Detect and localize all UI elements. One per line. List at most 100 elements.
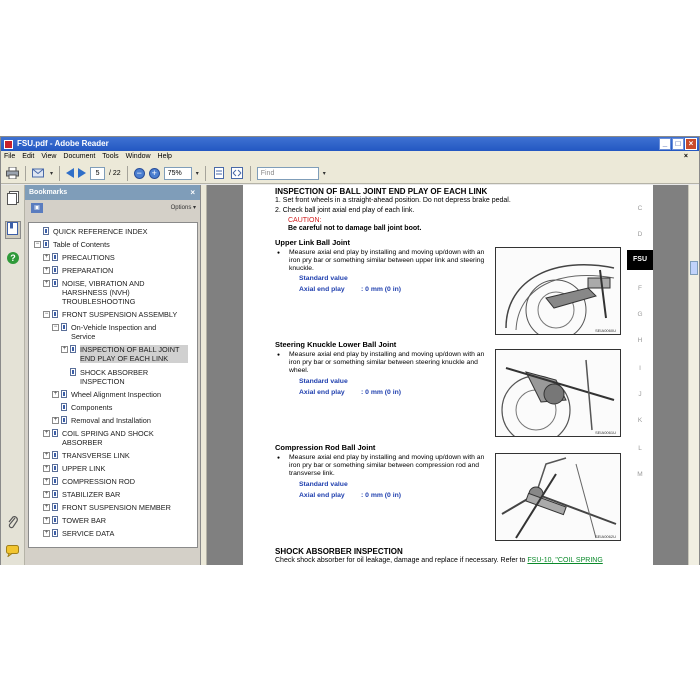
bookmark-item-precautions[interactable]: + PRECAUTIONS xyxy=(43,253,115,262)
menu-document[interactable]: Document xyxy=(63,151,95,163)
expand-icon[interactable]: + xyxy=(43,517,50,524)
zoom-level-input[interactable]: 75% xyxy=(163,166,192,180)
bookmark-item-stabilizer-bar[interactable]: + STABILIZER BAR xyxy=(43,490,120,499)
expand-icon[interactable]: + xyxy=(43,452,50,459)
zoom-out-icon[interactable]: − xyxy=(133,167,145,179)
bookmark-item-inspection-of-ball-joint[interactable]: + INSPECTION OF BALL JOINT END PLAY OF EA… xyxy=(61,345,195,363)
bookmark-item-front-suspension-member[interactable]: + FRONT SUSPENSION MEMBER xyxy=(43,503,171,512)
vertical-scrollbar[interactable] xyxy=(688,185,699,565)
compression-rod-figure: SEIA0062U xyxy=(495,453,621,541)
email-dropdown-icon[interactable]: ▾ xyxy=(50,170,53,177)
bookmark-item-nvh-troubleshooting[interactable]: + NOISE, VIBRATION AND HARSHNESS (NVH) TR… xyxy=(43,279,183,306)
page-heading: INSPECTION OF BALL JOINT END PLAY OF EAC… xyxy=(275,187,488,196)
expand-icon[interactable]: + xyxy=(43,267,50,274)
expand-icon[interactable]: + xyxy=(61,346,68,353)
bookmark-icon xyxy=(52,310,58,318)
title-bar: FSU.pdf - Adobe Reader _ □ × xyxy=(1,137,699,151)
expand-icon[interactable]: + xyxy=(43,491,50,498)
paperclip-icon[interactable] xyxy=(6,515,20,529)
expand-icon[interactable]: + xyxy=(43,254,50,261)
menu-window[interactable]: Window xyxy=(126,151,151,163)
pages-icon[interactable] xyxy=(6,191,20,205)
index-tab-k[interactable]: K xyxy=(627,417,653,424)
bookmark-icon xyxy=(52,451,58,459)
index-tab-i[interactable]: I xyxy=(627,365,653,372)
expand-icon[interactable]: + xyxy=(43,465,50,472)
zoom-in-icon[interactable]: + xyxy=(148,167,160,179)
bookmark-item-removal-and-installation[interactable]: + Removal and Installation xyxy=(52,416,151,425)
bookmark-item-coil-spring[interactable]: + COIL SPRING AND SHOCK ABSORBER xyxy=(43,429,193,447)
collapse-icon[interactable]: − xyxy=(34,241,41,248)
index-tab-h[interactable]: H xyxy=(627,337,653,344)
document-close-icon[interactable]: × xyxy=(684,151,688,163)
toolbar: ▾ 5 / 22 − + 75% ▾ Find ▾ xyxy=(1,163,699,184)
expand-icon[interactable]: + xyxy=(43,530,50,537)
collapse-icon[interactable]: − xyxy=(43,311,50,318)
bookmark-item-compression-rod[interactable]: + COMPRESSION ROD xyxy=(43,477,135,486)
expand-icon[interactable]: + xyxy=(43,504,50,511)
menu-edit[interactable]: Edit xyxy=(22,151,34,163)
fsu-10-link[interactable]: FSU-10, "COIL SPRING xyxy=(527,557,602,564)
expand-icon[interactable]: + xyxy=(43,280,50,287)
expand-icon[interactable]: + xyxy=(43,478,50,485)
index-tab-m[interactable]: M xyxy=(627,471,653,478)
shock-absorber-heading: SHOCK ABSORBER INSPECTION xyxy=(275,547,403,556)
find-input[interactable]: Find xyxy=(256,166,319,180)
index-tab-d[interactable]: D xyxy=(627,231,653,238)
printer-icon[interactable] xyxy=(5,166,19,180)
svg-text:?: ? xyxy=(10,253,16,263)
bookmark-item-upper-link[interactable]: + UPPER LINK xyxy=(43,464,105,473)
next-page-icon[interactable] xyxy=(78,168,87,178)
bookmark-item-transverse-link[interactable]: + TRANSVERSE LINK xyxy=(43,451,130,460)
menu-file[interactable]: File xyxy=(4,151,15,163)
index-tab-l[interactable]: L xyxy=(627,445,653,452)
index-tab-g[interactable]: G xyxy=(627,311,653,318)
bookmark-item-preparation[interactable]: + PREPARATION xyxy=(43,266,113,275)
bookmark-item-shock-absorber-inspection[interactable]: SHOCK ABSORBER INSPECTION xyxy=(61,368,195,386)
bookmark-item-service-data[interactable]: + SERVICE DATA xyxy=(43,529,114,538)
minimize-button[interactable]: _ xyxy=(659,138,671,150)
index-tab-f[interactable]: F xyxy=(627,285,653,292)
page-total: / 22 xyxy=(109,169,121,177)
fit-page-icon[interactable] xyxy=(212,166,226,180)
scrollbar-thumb[interactable] xyxy=(690,261,698,275)
new-bookmark-icon[interactable]: ▣ xyxy=(31,203,43,213)
section-heading: Compression Rod Ball Joint xyxy=(275,443,376,452)
bookmark-item-tower-bar[interactable]: + TOWER BAR xyxy=(43,516,106,525)
bookmark-item-wheel-alignment-inspection[interactable]: + Wheel Alignment Inspection xyxy=(52,390,161,399)
menu-tools[interactable]: Tools xyxy=(102,151,118,163)
fit-width-icon[interactable] xyxy=(230,166,244,180)
bookmark-item-quick-reference-index[interactable]: QUICK REFERENCE INDEX xyxy=(34,227,147,236)
axial-end-play: Axial end play: 0 mm (0 in) xyxy=(299,286,402,293)
expand-icon[interactable]: + xyxy=(43,430,50,437)
bookmarks-close-icon[interactable]: × xyxy=(190,185,195,200)
previous-page-icon[interactable] xyxy=(66,168,75,178)
bookmarks-options-menu[interactable]: Options ▾ xyxy=(171,204,196,211)
index-tab-fsu[interactable]: FSU xyxy=(627,250,653,270)
collapse-icon[interactable]: − xyxy=(52,324,59,331)
toolbar-separator xyxy=(25,165,26,181)
expand-icon[interactable]: + xyxy=(52,391,59,398)
zoom-dropdown-icon[interactable]: ▾ xyxy=(196,170,199,177)
bookmark-item-components[interactable]: Components xyxy=(52,403,112,412)
bookmark-item-on-vehicle-inspection[interactable]: − On-Vehicle Inspection and Service xyxy=(52,323,192,341)
bookmark-icon xyxy=(52,464,58,472)
bookmarks-icon[interactable] xyxy=(5,221,21,239)
email-icon[interactable] xyxy=(32,166,46,180)
toolbar-separator xyxy=(59,165,61,181)
help-icon[interactable]: ? xyxy=(6,251,20,265)
comments-icon[interactable] xyxy=(6,545,20,559)
bookmark-item-table-of-contents[interactable]: − Table of Contents xyxy=(34,240,110,249)
section-bullet: Measure axial end play by installing and… xyxy=(277,249,487,273)
index-tab-j[interactable]: J xyxy=(627,391,653,398)
index-tab-c[interactable]: C xyxy=(627,205,653,212)
menu-help[interactable]: Help xyxy=(158,151,172,163)
bookmark-item-front-suspension-assembly[interactable]: − FRONT SUSPENSION ASSEMBLY xyxy=(43,310,177,319)
page-number-input[interactable]: 5 xyxy=(90,166,106,180)
find-dropdown-icon[interactable]: ▾ xyxy=(323,170,326,177)
expand-icon[interactable]: + xyxy=(52,417,59,424)
bookmark-icon xyxy=(70,368,76,376)
close-button[interactable]: × xyxy=(685,138,697,150)
maximize-button[interactable]: □ xyxy=(672,138,684,150)
menu-view[interactable]: View xyxy=(41,151,56,163)
